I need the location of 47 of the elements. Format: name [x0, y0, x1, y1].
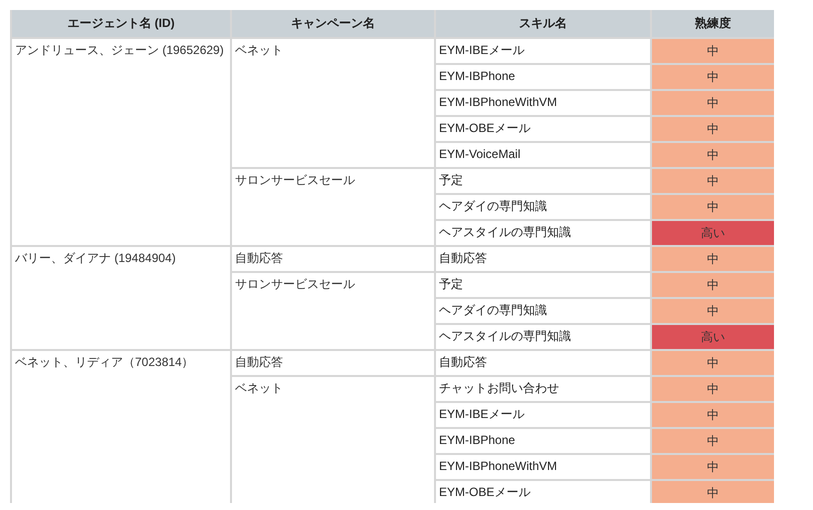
agent-cell: アンドリュース、ジェーン (19652629): [11, 38, 231, 246]
proficiency-cell: 中: [651, 194, 774, 220]
campaign-cell: ベネット: [231, 38, 435, 168]
skill-cell: チャットお問い合わせ: [435, 376, 651, 402]
proficiency-cell: 高い: [651, 324, 774, 350]
proficiency-cell: 中: [651, 272, 774, 298]
proficiency-cell: 中: [651, 90, 774, 116]
campaign-cell: 自動応答: [231, 246, 435, 272]
skill-cell: EYM-IBPhoneWithVM: [435, 90, 651, 116]
proficiency-cell: 中: [651, 376, 774, 402]
column-header: キャンペーン名: [231, 10, 435, 38]
skill-cell: 予定: [435, 168, 651, 194]
campaign-cell: サロンサービスセール: [231, 168, 435, 246]
proficiency-cell: 高い: [651, 220, 774, 246]
skill-cell: 自動応答: [435, 246, 651, 272]
proficiency-cell: 中: [651, 350, 774, 376]
skill-cell: EYM-IBEメール: [435, 402, 651, 428]
proficiency-cell: 中: [651, 428, 774, 454]
skill-cell: EYM-IBEメール: [435, 38, 651, 64]
proficiency-cell: 中: [651, 298, 774, 324]
campaign-cell: 自動応答: [231, 350, 435, 376]
skill-cell: ヘアスタイルの専門知識: [435, 324, 651, 350]
proficiency-cell: 中: [651, 142, 774, 168]
skill-cell: EYM-IBPhone: [435, 64, 651, 90]
proficiency-cell: 中: [651, 64, 774, 90]
proficiency-cell: 中: [651, 454, 774, 480]
skill-cell: ヘアスタイルの専門知識: [435, 220, 651, 246]
skill-cell: EYM-IBPhoneWithVM: [435, 454, 651, 480]
campaign-cell: サロンサービスセール: [231, 272, 435, 350]
proficiency-cell: 中: [651, 38, 774, 64]
skill-cell: EYM-VoiceMail: [435, 142, 651, 168]
proficiency-cell: 中: [651, 116, 774, 142]
agent-cell: ベネット、リディア（7023814）: [11, 350, 231, 503]
skill-cell: EYM-OBEメール: [435, 116, 651, 142]
column-header: 熟練度: [651, 10, 774, 38]
skill-cell: EYM-IBPhone: [435, 428, 651, 454]
skill-cell: 予定: [435, 272, 651, 298]
column-header: スキル名: [435, 10, 651, 38]
skill-cell: ヘアダイの専門知識: [435, 298, 651, 324]
proficiency-cell: 中: [651, 246, 774, 272]
skill-cell: ヘアダイの専門知識: [435, 194, 651, 220]
skill-cell: 自動応答: [435, 350, 651, 376]
agent-cell: バリー、ダイアナ (19484904): [11, 246, 231, 350]
proficiency-cell: 中: [651, 168, 774, 194]
proficiency-cell: 中: [651, 480, 774, 503]
column-header: エージェント名 (ID): [11, 10, 231, 38]
proficiency-cell: 中: [651, 402, 774, 428]
